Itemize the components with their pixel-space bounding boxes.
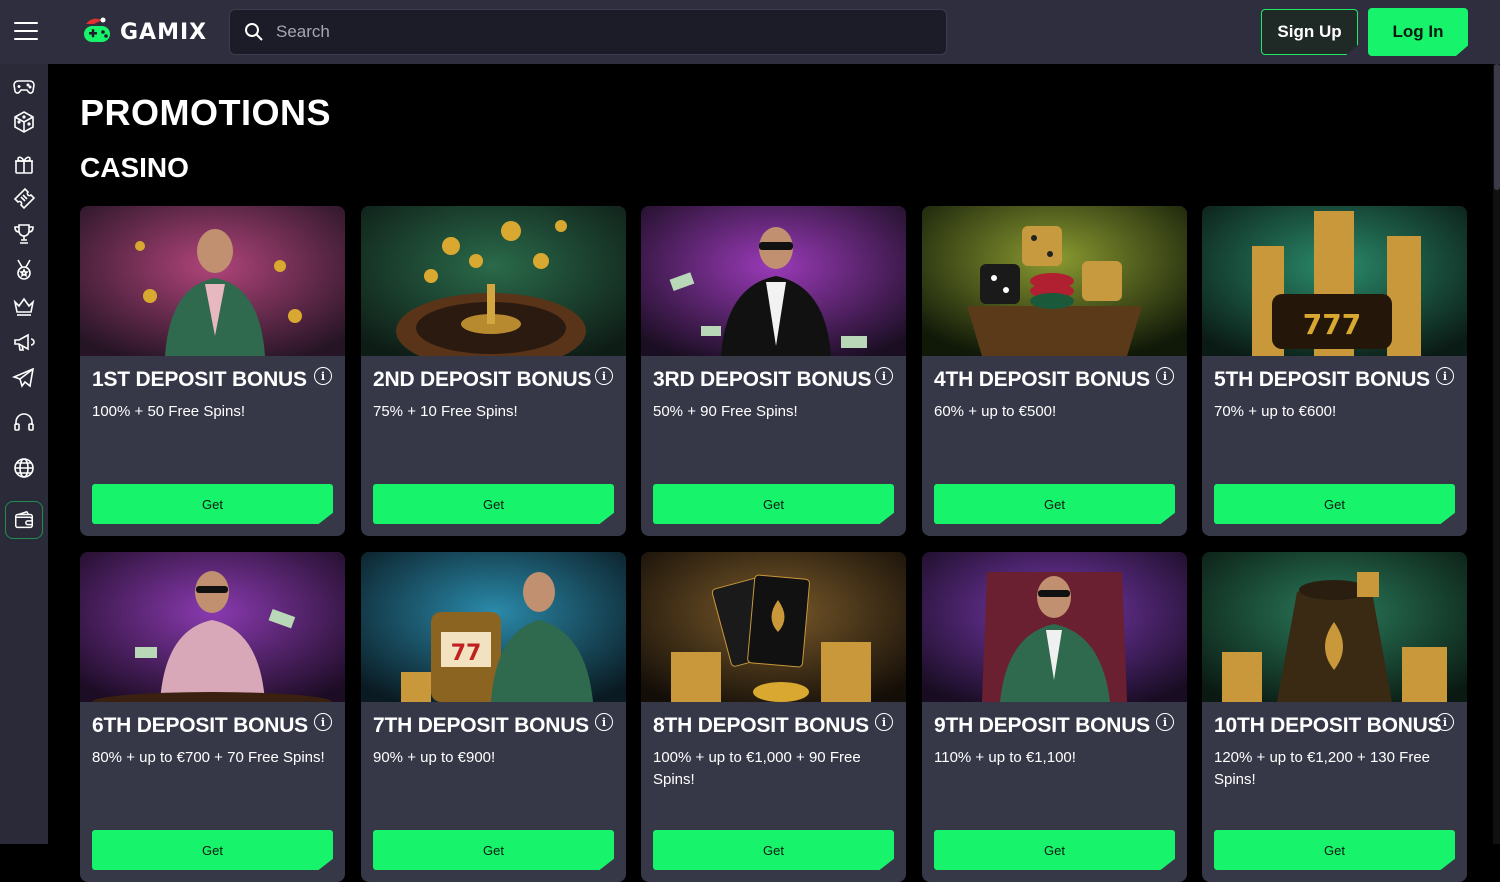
log-in-button[interactable]: Log In	[1368, 8, 1468, 56]
promo-description: 70% + up to €600!	[1214, 403, 1337, 420]
headset-icon[interactable]	[12, 410, 36, 434]
megaphone-icon[interactable]	[12, 330, 36, 354]
gift-icon[interactable]	[12, 152, 36, 176]
info-icon[interactable]: i	[1436, 713, 1454, 731]
promo-title: 10TH DEPOSIT BONUS	[1214, 714, 1442, 737]
globe-icon[interactable]	[12, 456, 36, 480]
get-button[interactable]: Get	[92, 484, 333, 524]
promo-card[interactable]: 1ST DEPOSIT BONUS i 100% + 50 Free Spins…	[80, 206, 345, 536]
promo-title: 6TH DEPOSIT BONUS	[92, 714, 308, 737]
promo-card[interactable]: 9TH DEPOSIT BONUS i 110% + up to €1,100!…	[922, 552, 1187, 882]
top-bar: GAMIX Search Sign Up Log In	[0, 0, 1500, 64]
wallet-button[interactable]	[5, 501, 43, 539]
ticket-icon[interactable]	[12, 186, 36, 210]
gamepad-icon[interactable]	[12, 74, 36, 98]
info-icon[interactable]: i	[1436, 367, 1454, 385]
svg-text:777: 777	[1303, 308, 1361, 341]
promo-card[interactable]: 8TH DEPOSIT BONUS i 100% + up to €1,000 …	[641, 552, 906, 882]
dice-icon[interactable]	[12, 110, 36, 134]
promo-title: 1ST DEPOSIT BONUS	[92, 368, 307, 391]
info-icon[interactable]: i	[1156, 713, 1174, 731]
gamepad-logo-icon	[84, 17, 110, 42]
medal-icon[interactable]	[12, 258, 36, 282]
promo-description: 75% + 10 Free Spins!	[373, 403, 518, 420]
promo-image	[922, 552, 1187, 702]
get-button[interactable]: Get	[934, 830, 1175, 870]
info-icon[interactable]: i	[314, 713, 332, 731]
promo-title: 4TH DEPOSIT BONUS	[934, 368, 1150, 391]
get-button[interactable]: Get	[373, 484, 614, 524]
wallet-icon	[15, 510, 33, 529]
scrollbar-thumb[interactable]	[1494, 64, 1500, 190]
crown-icon[interactable]	[12, 294, 36, 318]
promo-title: 9TH DEPOSIT BONUS	[934, 714, 1150, 737]
promo-title: 2ND DEPOSIT BONUS	[373, 368, 592, 391]
promo-title: 5TH DEPOSIT BONUS	[1214, 368, 1430, 391]
promo-description: 100% + up to €1,000 + 90 Free Spins!	[653, 749, 861, 788]
promo-image	[641, 552, 906, 702]
promo-card[interactable]: 4TH DEPOSIT BONUS i 60% + up to €500! Ge…	[922, 206, 1187, 536]
get-button[interactable]: Get	[1214, 484, 1455, 524]
promo-title: 8TH DEPOSIT BONUS	[653, 714, 869, 737]
promo-description: 50% + 90 Free Spins!	[653, 403, 798, 420]
promo-card[interactable]: 77 7TH DEPOSIT BONUS i 90% + up to €900!…	[361, 552, 626, 882]
promo-image: 77	[361, 552, 626, 702]
promo-image	[1202, 552, 1467, 702]
promo-description: 100% + 50 Free Spins!	[92, 403, 246, 420]
promo-title: 3RD DEPOSIT BONUS	[653, 368, 872, 391]
logo-text: GAMIX	[120, 19, 208, 45]
info-icon[interactable]: i	[595, 367, 613, 385]
promo-image	[80, 206, 345, 356]
info-icon[interactable]: i	[314, 367, 332, 385]
promo-description: 80% + up to €700 + 70 Free Spins!	[92, 749, 325, 766]
promo-card[interactable]: 2ND DEPOSIT BONUS i 75% + 10 Free Spins!…	[361, 206, 626, 536]
promo-image	[80, 552, 345, 702]
sidebar	[0, 64, 48, 844]
promo-card[interactable]: 6TH DEPOSIT BONUS i 80% + up to €700 + 7…	[80, 552, 345, 882]
info-icon[interactable]: i	[875, 367, 893, 385]
main-content: PROMOTIONS CASINO 1ST DEPOSIT BONUS i 10…	[48, 64, 1493, 882]
search-placeholder: Search	[276, 22, 330, 41]
search-icon	[245, 23, 263, 41]
sign-up-button[interactable]: Sign Up	[1261, 9, 1358, 55]
info-icon[interactable]: i	[595, 713, 613, 731]
get-button[interactable]: Get	[1214, 830, 1455, 870]
hamburger-icon[interactable]	[14, 22, 38, 42]
get-button[interactable]: Get	[934, 484, 1175, 524]
promo-card[interactable]: 10TH DEPOSIT BONUS i 120% + up to €1,200…	[1202, 552, 1467, 882]
get-button[interactable]: Get	[373, 830, 614, 870]
promo-image	[922, 206, 1187, 356]
promo-card[interactable]: 3RD DEPOSIT BONUS i 50% + 90 Free Spins!…	[641, 206, 906, 536]
trophy-icon[interactable]	[12, 222, 36, 246]
get-button[interactable]: Get	[653, 484, 894, 524]
telegram-icon[interactable]	[12, 366, 36, 390]
info-icon[interactable]: i	[1156, 367, 1174, 385]
page-title: PROMOTIONS	[80, 92, 332, 133]
promo-card[interactable]: 777 5TH DEPOSIT BONUS i 70% + up to €600…	[1202, 206, 1467, 536]
promo-image: 777	[1202, 206, 1467, 356]
logo[interactable]: GAMIX	[80, 12, 207, 52]
promo-description: 120% + up to €1,200 + 130 Free Spins!	[1214, 749, 1430, 788]
promo-description: 90% + up to €900!	[373, 749, 496, 766]
get-button[interactable]: Get	[92, 830, 333, 870]
promo-image	[641, 206, 906, 356]
promo-description: 110% + up to €1,100!	[934, 749, 1076, 766]
promo-image	[361, 206, 626, 356]
promo-title: 7TH DEPOSIT BONUS	[373, 714, 589, 737]
promo-description: 60% + up to €500!	[934, 403, 1057, 420]
svg-text:77: 77	[451, 641, 482, 666]
info-icon[interactable]: i	[875, 713, 893, 731]
get-button[interactable]: Get	[653, 830, 894, 870]
search-input[interactable]: Search	[229, 9, 947, 55]
section-title: CASINO	[80, 152, 189, 183]
